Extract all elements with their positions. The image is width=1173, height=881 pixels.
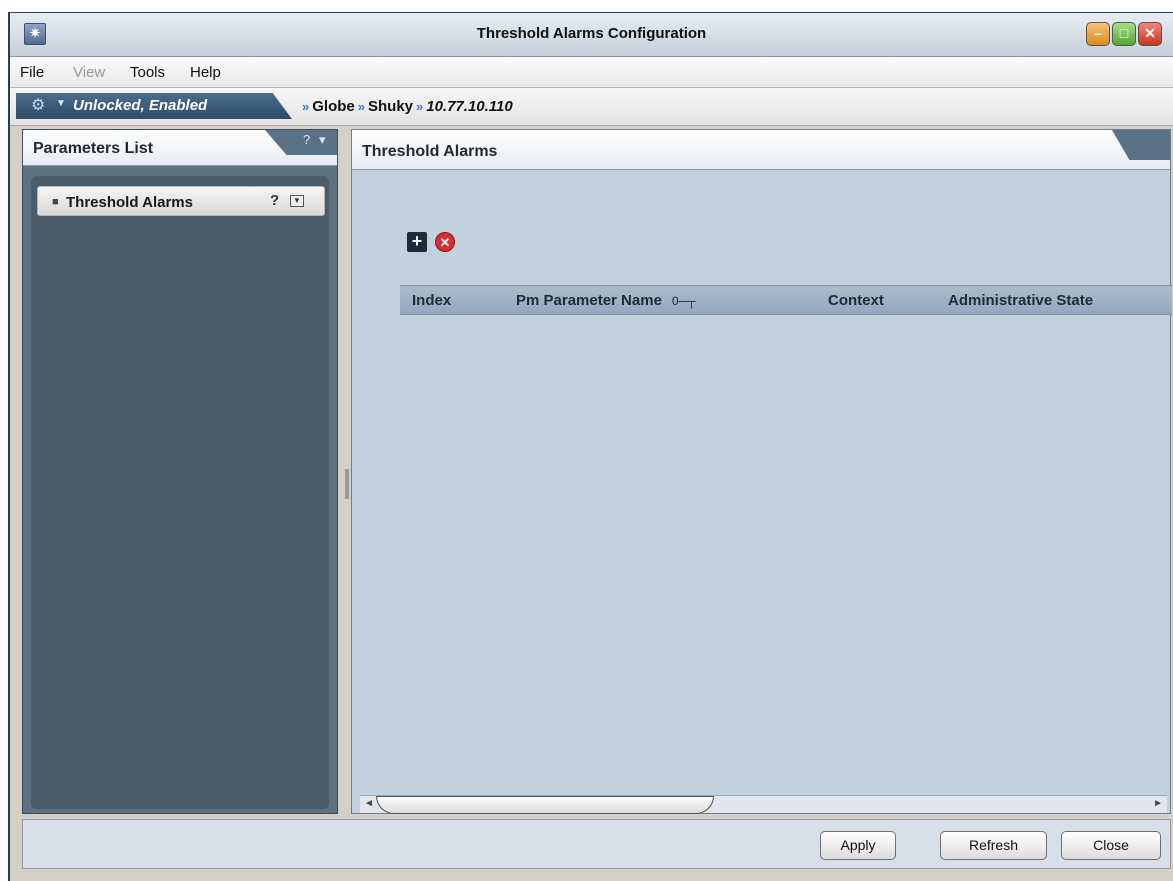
minimize-button[interactable]: – [1086, 22, 1110, 46]
button-bar: Apply Refresh Close [22, 819, 1171, 869]
scrollbar-thumb[interactable] [376, 796, 714, 814]
menu-bar: File View Tools Help [10, 57, 1173, 88]
column-header-pm-parameter-name[interactable]: Pm Parameter Name 0─┬ [516, 292, 696, 309]
sidebar-item-threshold-alarms[interactable]: ■ Threshold Alarms ? ▼ [37, 186, 325, 216]
scroll-left-icon[interactable]: ◄ [364, 798, 374, 809]
status-bar: ⚙ ▼ Unlocked, Enabled » Globe » Shuky » … [10, 88, 1173, 126]
splitter-grip-icon[interactable] [345, 469, 349, 499]
title-bar[interactable]: ✷ Threshold Alarms Configuration – □ ✕ [10, 13, 1173, 57]
parameters-list: ■ Threshold Alarms ? ▼ [31, 176, 329, 809]
bullet-icon: ■ [52, 196, 59, 208]
column-header-index[interactable]: Index [412, 292, 451, 309]
panel-header-tab [1112, 130, 1170, 160]
parameters-panel-header: Parameters List ? ▾ [23, 130, 337, 166]
menu-file[interactable]: File [20, 64, 44, 81]
lock-state-text: Unlocked, Enabled [73, 97, 208, 114]
panel-splitter[interactable] [344, 129, 350, 814]
column-header-administrative-state[interactable]: Administrative State [948, 292, 1093, 309]
maximize-button[interactable]: □ [1112, 22, 1136, 46]
help-icon[interactable]: ? [303, 132, 310, 147]
breadcrumb-item-shuky[interactable]: Shuky [368, 98, 413, 115]
close-button[interactable]: Close [1061, 831, 1161, 860]
window-close-button[interactable]: ✕ [1138, 22, 1162, 46]
parameters-panel: Parameters List ? ▾ ■ Threshold Alarms ?… [22, 129, 338, 814]
main-window: ✷ Threshold Alarms Configuration – □ ✕ F… [8, 12, 1173, 881]
scroll-right-icon[interactable]: ► [1153, 798, 1163, 809]
lock-status-icon[interactable]: ⚙ [31, 95, 45, 115]
column-header-label: Pm Parameter Name [516, 292, 662, 309]
key-icon: 0─┬ [671, 294, 696, 308]
sidebar-item-label: Threshold Alarms [66, 194, 193, 211]
threshold-alarms-title: Threshold Alarms [362, 143, 498, 160]
menu-help[interactable]: Help [190, 64, 221, 81]
refresh-button[interactable]: Refresh [940, 831, 1047, 860]
add-icon[interactable]: + [407, 232, 427, 252]
apply-button[interactable]: Apply [820, 831, 896, 860]
parameters-panel-title: Parameters List [33, 140, 154, 157]
table-header: Index Pm Parameter Name 0─┬ Context Admin… [400, 285, 1172, 315]
menu-view[interactable]: View [73, 64, 105, 81]
chevron-down-icon[interactable]: ▼ [56, 98, 66, 109]
item-dropdown-icon[interactable]: ▼ [290, 195, 304, 207]
column-header-context[interactable]: Context [828, 292, 884, 309]
lock-state-panel[interactable]: ⚙ ▼ Unlocked, Enabled [16, 93, 292, 119]
breadcrumb-item-ip[interactable]: 10.77.10.110 [426, 98, 512, 115]
breadcrumb-separator-icon: » [302, 99, 310, 114]
threshold-alarms-header: Threshold Alarms [352, 130, 1170, 170]
panel-header-tab: ? ▾ [265, 130, 337, 155]
item-help-icon[interactable]: ? [270, 192, 279, 209]
breadcrumb: » Globe » Shuky » 10.77.10.110 [299, 98, 513, 115]
threshold-alarms-panel: Threshold Alarms + ✕ Index Pm Parameter … [351, 129, 1172, 814]
delete-icon[interactable]: ✕ [435, 232, 455, 252]
horizontal-scrollbar[interactable]: ◄ ► [360, 795, 1167, 814]
breadcrumb-separator-icon: » [357, 99, 365, 114]
menu-tools[interactable]: Tools [130, 64, 165, 81]
breadcrumb-item-globe[interactable]: Globe [312, 98, 355, 115]
window-title: Threshold Alarms Configuration [476, 25, 707, 42]
chevron-down-icon[interactable]: ▾ [319, 132, 326, 148]
breadcrumb-separator-icon: » [416, 99, 424, 114]
